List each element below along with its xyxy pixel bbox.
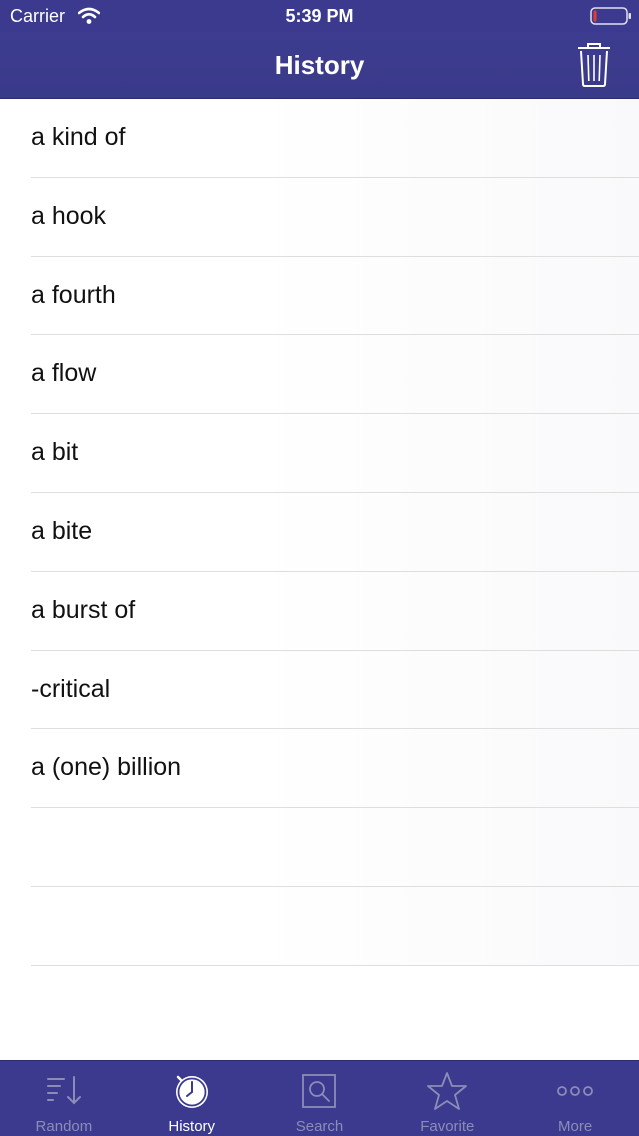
list-item[interactable]: a bite — [0, 492, 639, 572]
list-item[interactable]: a flow — [0, 335, 639, 415]
list-item[interactable]: a hook — [0, 177, 639, 257]
status-time: 5:39 PM — [285, 6, 354, 26]
battery-icon — [590, 7, 631, 25]
tab-search[interactable]: Search — [256, 1061, 384, 1136]
tab-bar: Random History Search Favorite More — [0, 1060, 639, 1136]
status-bar: Carrier 5:39 PM — [0, 0, 639, 32]
list-item[interactable]: a fourth — [0, 256, 639, 336]
tab-random[interactable]: Random — [0, 1061, 128, 1136]
list-item-label: a hook — [31, 201, 107, 230]
nav-bar: History — [0, 32, 639, 99]
more-icon — [557, 1086, 593, 1096]
list-item[interactable]: a (one) billion — [0, 729, 639, 809]
tab-label: History — [168, 1118, 216, 1135]
clock-icon — [175, 1075, 208, 1108]
tab-label: Favorite — [420, 1118, 475, 1135]
row-divider — [31, 964, 639, 966]
list-item-label: a bite — [31, 516, 93, 545]
sort-down-icon — [46, 1076, 81, 1105]
search-icon — [302, 1074, 337, 1108]
history-list: a kind of a hook a fourth a flow a bit a… — [0, 99, 639, 966]
tab-history[interactable]: History — [128, 1061, 256, 1136]
list-item[interactable]: -critical — [0, 650, 639, 730]
list-item-label: a (one) billion — [31, 753, 182, 782]
tab-more[interactable]: More — [511, 1061, 639, 1136]
tab-label: More — [557, 1118, 593, 1135]
list-item[interactable]: a burst of — [0, 571, 639, 651]
list-item-label: a kind of — [31, 123, 126, 151]
tab-label: Search — [295, 1118, 344, 1135]
tab-favorite[interactable]: Favorite — [383, 1061, 511, 1136]
page-title: History — [274, 50, 365, 80]
trash-icon[interactable] — [574, 42, 614, 88]
list-item-label: -critical — [31, 674, 111, 703]
empty-list-item — [0, 808, 639, 887]
star-icon — [427, 1072, 468, 1110]
list-item-label: a burst of — [31, 595, 136, 624]
list-item-label: a fourth — [31, 280, 116, 309]
list-item-label: a bit — [31, 438, 79, 467]
list-item[interactable]: a bit — [0, 414, 639, 493]
list-item-label: a flow — [31, 359, 97, 388]
tab-label: Random — [35, 1118, 93, 1135]
empty-list-item — [0, 886, 639, 966]
list-item[interactable]: a kind of — [0, 99, 639, 178]
